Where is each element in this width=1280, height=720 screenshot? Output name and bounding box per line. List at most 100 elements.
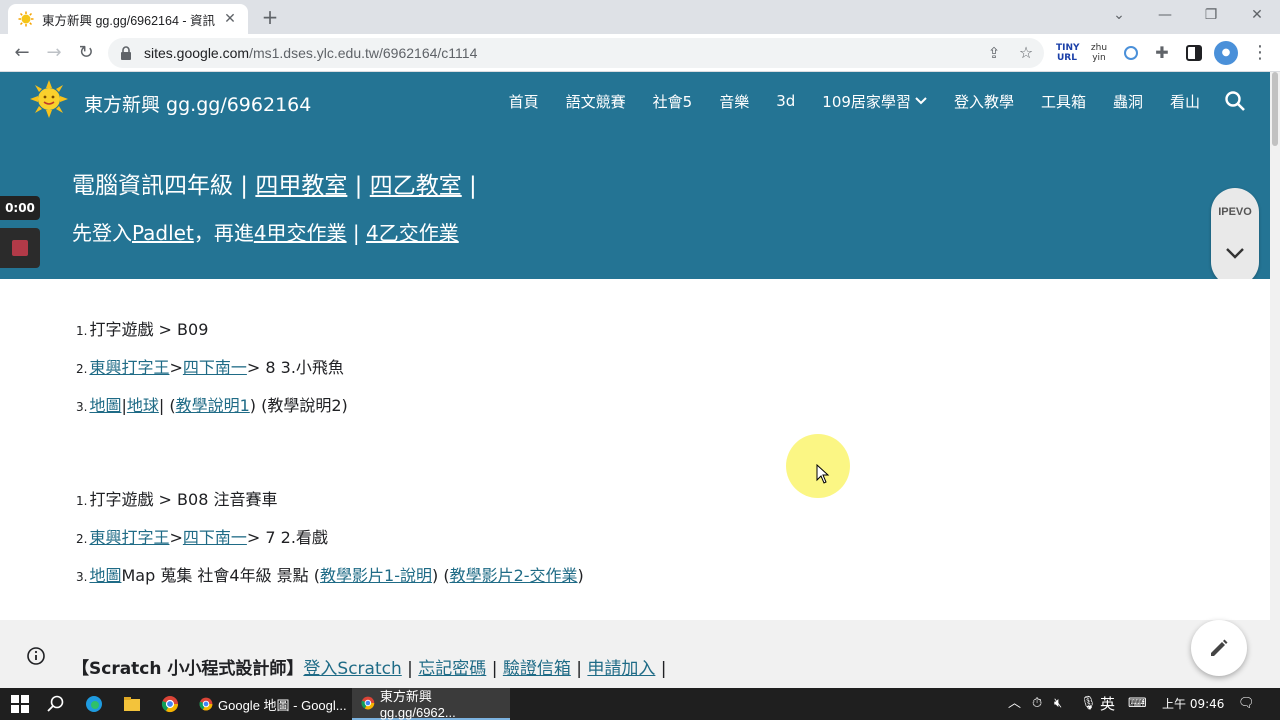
tray-overflow-icon[interactable]: ︿ [1008,688,1021,720]
typing-king-link[interactable]: 東興打字王 [89,524,169,548]
nav-item-home[interactable]: 首頁 [509,91,539,112]
list-text-end: ) [577,566,584,585]
nav-item-home-learning[interactable]: 109居家學習 [822,91,927,112]
ime-mode-icon[interactable]: ⌨ [1128,688,1147,720]
browser-menu-icon[interactable]: ⋮ [1248,41,1272,65]
url-host: sites.google.com [144,45,250,61]
restore-icon[interactable]: ❐ [1188,0,1234,34]
clock[interactable]: 上午 09:46 [1162,688,1224,720]
padlet-link[interactable]: Padlet [132,221,194,245]
nav-item-home-learning-label: 109居家學習 [822,92,911,111]
chevron-down-icon[interactable] [1224,246,1246,260]
list-number: 1. [76,324,88,338]
list-separator: > [169,528,183,547]
apply-join-link[interactable]: 申請加入 [587,659,655,679]
list-text: > 8 3.小飛魚 [246,358,344,377]
video-1-link[interactable]: 教學影片1-說明 [320,562,432,586]
sun-logo-icon[interactable] [30,80,68,118]
homework-4b-link[interactable]: 4乙交作業 [366,221,459,245]
profile-avatar[interactable]: ● [1214,41,1238,65]
search-icon[interactable] [1224,90,1246,112]
reload-icon[interactable]: ↻ [74,41,98,65]
tray-app-icon[interactable]: ⏱ [1032,688,1042,720]
tinyurl-extension-icon[interactable]: TINY URL [1056,43,1080,63]
hero-separator: | [347,173,370,199]
list-number: 2. [76,532,88,546]
info-icon[interactable] [26,646,46,666]
list-number: 3. [76,400,88,414]
nav-item-login-tutorial[interactable]: 登入教學 [954,91,1014,112]
class-4a-link[interactable]: 四甲教室 [255,173,347,199]
homework-4a-link[interactable]: 4甲交作業 [254,221,347,245]
stop-icon [12,240,28,256]
footer-separator-end: | [655,659,667,679]
input-method-indicator[interactable]: 英 [1100,688,1115,720]
sun-favicon-icon [18,11,34,27]
tutorial-1-link[interactable]: 教學說明1 [176,392,250,416]
chevron-down-icon [915,97,927,105]
window-close-icon[interactable]: ✕ [1234,0,1280,34]
zhuyin-extension-icon[interactable]: zhu yin [1088,43,1110,63]
grade4-nanyi-link[interactable]: 四下南一 [183,524,247,548]
scrollbar-thumb[interactable] [1272,72,1278,146]
scratch-links: 【Scratch 小小程式設計師】登入Scratch | 忘記密碼 | 驗證信箱… [72,654,667,679]
microphone-icon[interactable]: 🎙︎ [1080,688,1097,720]
scratch-login-link[interactable]: 登入Scratch [303,659,401,679]
nav-item-music[interactable]: 音樂 [719,91,749,112]
browser-tab-strip: 東方新興 gg.gg/6962164 - 資訊 ✕ + ⌄ — ❐ ✕ [0,0,1280,34]
nav-item-mountain[interactable]: 看山 [1170,91,1200,112]
site-title[interactable]: 東方新興 gg.gg/6962164 [84,90,311,117]
edit-button[interactable] [1191,620,1247,676]
chrome-icon[interactable] [160,694,180,714]
new-tab-icon[interactable]: + [258,6,282,30]
taskbar-app-label: 東方新興 gg.gg/6962... [379,689,456,720]
browser-tab-active[interactable]: 東方新興 gg.gg/6962164 - 資訊 ✕ [8,4,248,34]
extensions-puzzle-icon[interactable]: ✚ [1150,41,1174,65]
share-icon[interactable]: ⇪ [982,41,1006,65]
nav-item-language-contest[interactable]: 語文競賽 [566,91,626,112]
footer-separator: | [570,659,588,679]
edge-icon[interactable] [84,694,104,714]
minimize-icon[interactable]: — [1142,0,1188,34]
notification-icon[interactable]: 🗨︎ [1238,688,1255,720]
file-explorer-icon[interactable] [122,694,142,714]
recording-timer: 0:00 [0,196,40,220]
list-item: 1. 打字遊戲 > B08 注音賽車 [76,486,277,510]
tab-search-icon[interactable]: ⌄ [1096,0,1142,34]
grade4-nanyi-link[interactable]: 四下南一 [183,354,247,378]
circle-extension-icon[interactable] [1120,43,1142,63]
search-icon[interactable] [46,694,66,714]
forward-icon[interactable]: → [42,41,66,65]
map-link[interactable]: 地圖 [89,392,121,416]
earth-link[interactable]: 地球 [127,392,159,416]
page-scrollbar[interactable] [1270,72,1280,688]
forgot-password-link[interactable]: 忘記密碼 [418,659,486,679]
windows-start-icon[interactable] [10,694,30,714]
volume-muted-icon[interactable]: 🔇︎ [1054,688,1062,720]
nav-item-social5[interactable]: 社會5 [653,91,693,112]
ipevo-widget[interactable]: IPEVO [1211,188,1259,286]
list-text: 打字遊戲 > B08 注音賽車 [89,490,278,509]
bookmark-star-icon[interactable]: ☆ [1014,41,1038,65]
nav-item-toolbox[interactable]: 工具箱 [1041,91,1086,112]
nav-item-3d[interactable]: 3d [776,92,795,110]
back-icon[interactable]: ← [10,41,34,65]
map-link[interactable]: 地圖 [89,562,121,586]
verify-email-link[interactable]: 驗證信箱 [503,659,571,679]
typing-king-link[interactable]: 東興打字王 [89,354,169,378]
nav-item-wormhole[interactable]: 蟲洞 [1113,91,1143,112]
list-text: ) (教學說明2) [249,396,348,415]
address-bar[interactable]: sites.google.com/ms1.dses.ylc.edu.tw/696… [108,38,1044,68]
scratch-section: 【Scratch 小小程式設計師】登入Scratch | 忘記密碼 | 驗證信箱… [0,620,1270,688]
video-2-link[interactable]: 教學影片2-交作業 [450,562,578,586]
list-item: 1. 打字遊戲 > B09 [76,316,208,340]
url-path: /ms1.dses.ylc.edu.tw/6962164/c1114 [249,45,478,61]
list-item: 3. 地圖 Map 蒐集 社會4年級 景點 (教學影片1-說明) (教學影片2-… [76,562,584,586]
taskbar-app-site[interactable]: 東方新興 gg.gg/6962... [352,688,510,720]
class-4b-link[interactable]: 四乙教室 [370,173,462,199]
recording-stop-button[interactable] [0,228,40,268]
tab-close-icon[interactable]: ✕ [222,11,238,27]
site-nav: 首頁 語文競賽 社會5 音樂 3d 109居家學習 登入教學 工具箱 蟲洞 看山 [482,90,1246,112]
side-panel-icon[interactable] [1183,43,1205,63]
taskbar-app-google-maps[interactable]: Google 地圖 - Googl... [190,688,348,720]
